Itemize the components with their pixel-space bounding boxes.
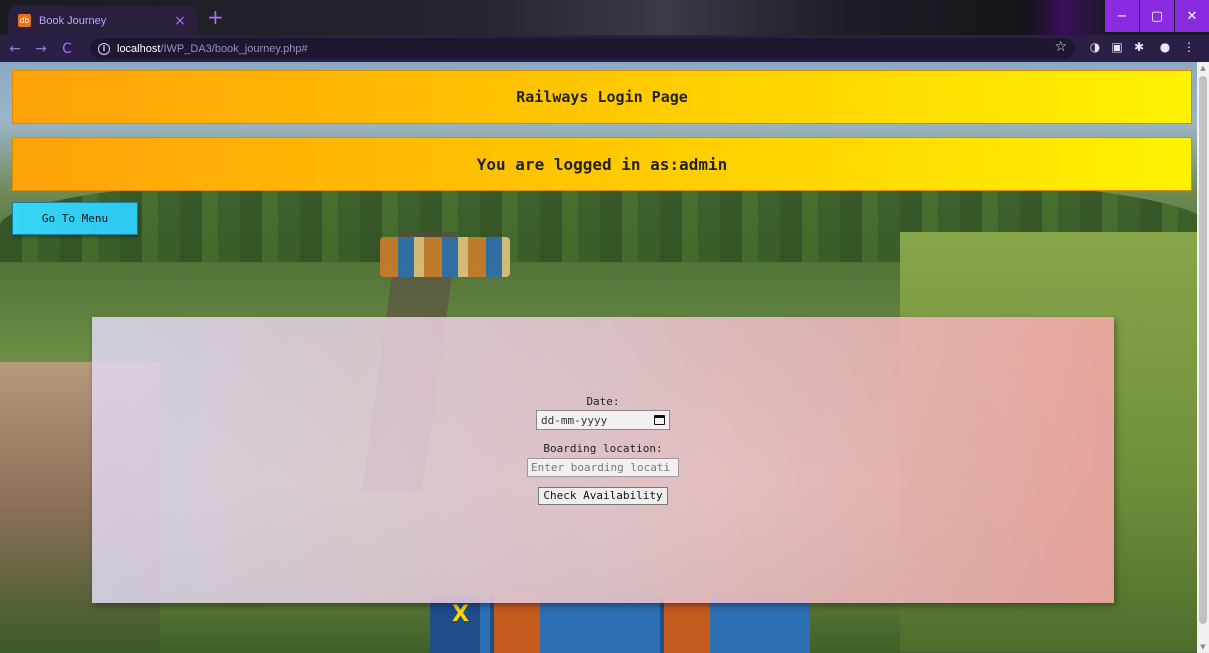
boarding-location-input[interactable]: Enter boarding locati: [527, 458, 679, 477]
page-scrollbar[interactable]: ▲ ▼: [1197, 62, 1209, 653]
background-train: [430, 597, 810, 653]
scroll-up-icon[interactable]: ▲: [1199, 64, 1207, 72]
calendar-icon[interactable]: [654, 415, 665, 425]
booking-form: Date: dd-mm-yyyy Boarding location: Ente…: [92, 395, 1114, 505]
url-path: /IWP_DA3/book_journey.php#: [160, 42, 308, 55]
extension-icon[interactable]: ▣: [1110, 40, 1124, 54]
login-status-banner: You are logged in as:admin: [12, 137, 1192, 191]
close-window-button[interactable]: ✕: [1175, 0, 1209, 32]
back-icon[interactable]: ←: [4, 41, 26, 57]
bookmark-star-icon[interactable]: ☆: [1054, 39, 1067, 55]
new-tab-icon[interactable]: +: [207, 5, 224, 29]
forward-icon[interactable]: →: [30, 41, 52, 57]
profile-avatar-icon[interactable]: ●: [1158, 40, 1172, 54]
reload-icon[interactable]: C: [56, 41, 78, 57]
close-tab-icon[interactable]: ×: [172, 13, 188, 29]
login-status: You are logged in as:admin: [476, 154, 728, 174]
go-to-menu-button[interactable]: Go To Menu: [12, 202, 138, 235]
booking-form-card: Date: dd-mm-yyyy Boarding location: Ente…: [92, 317, 1114, 603]
boarding-location-label: Boarding location:: [543, 442, 663, 455]
check-availability-button[interactable]: Check Availability: [538, 487, 668, 505]
date-placeholder: dd-mm-yyyy: [541, 413, 608, 427]
page-title: Railways Login Page: [516, 88, 688, 106]
url-host: localhost: [117, 42, 161, 55]
url-text: localhost/IWP_DA3/book_journey.php#: [117, 43, 308, 55]
menu-kebab-icon[interactable]: ⋮: [1182, 40, 1196, 54]
browser-tabstrip: db Book Journey × + − ▢ ✕: [0, 0, 1209, 35]
window-controls: − ▢ ✕: [1105, 0, 1209, 32]
date-label: Date:: [586, 395, 620, 408]
minimize-button[interactable]: −: [1105, 0, 1139, 32]
page-viewport: X Railways Login Page You are logged in …: [0, 62, 1209, 653]
train-marking: X: [452, 602, 469, 627]
browser-tab[interactable]: db Book Journey ×: [8, 6, 198, 35]
maximize-button[interactable]: ▢: [1140, 0, 1174, 32]
scroll-thumb[interactable]: [1199, 76, 1207, 624]
extension-icon[interactable]: ◑: [1088, 40, 1102, 54]
extensions-puzzle-icon[interactable]: ✱: [1132, 40, 1146, 54]
address-bar[interactable]: i localhost/IWP_DA3/book_journey.php# ☆: [90, 38, 1075, 59]
scroll-down-icon[interactable]: ▼: [1199, 643, 1207, 651]
browser-toolbar: ← → C i localhost/IWP_DA3/book_journey.p…: [0, 35, 1209, 62]
info-icon[interactable]: i: [98, 42, 110, 55]
date-input[interactable]: dd-mm-yyyy: [536, 410, 670, 430]
page-title-banner: Railways Login Page: [12, 70, 1192, 124]
tab-title: Book Journey: [39, 14, 107, 27]
background-train: [380, 237, 510, 277]
favicon-icon: db: [18, 14, 31, 27]
